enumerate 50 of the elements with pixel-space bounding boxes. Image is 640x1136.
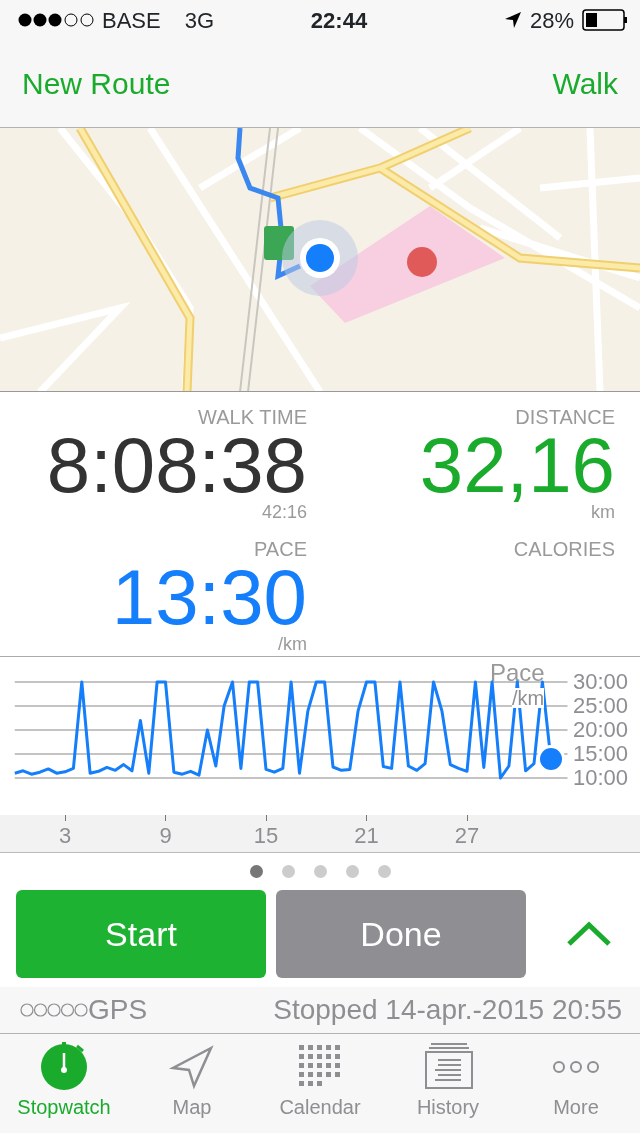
gps-signal-icon bbox=[20, 1002, 88, 1018]
tab-item[interactable]: Stopwatch bbox=[0, 1034, 128, 1133]
network-type: 3G bbox=[184, 6, 215, 35]
more-icon bbox=[551, 1060, 601, 1074]
tab-item[interactable]: Map bbox=[128, 1034, 256, 1133]
tab-item[interactable]: More bbox=[512, 1034, 640, 1133]
new-route-link[interactable]: New Route bbox=[22, 61, 171, 106]
walk-link[interactable]: Walk bbox=[552, 61, 618, 106]
tab-item[interactable]: Calendar bbox=[256, 1034, 384, 1133]
page-dot[interactable] bbox=[281, 864, 295, 878]
x-axis-label: 3 bbox=[57, 823, 73, 849]
page-dot[interactable] bbox=[377, 864, 391, 878]
stat-label: PACE bbox=[254, 538, 307, 560]
stat-unit: /km bbox=[278, 634, 307, 654]
chart-unit: /km bbox=[512, 688, 545, 708]
stat-unit: 42:16 bbox=[261, 502, 307, 522]
gps-label: GPS bbox=[88, 993, 148, 1027]
y-axis-label: 20:00 bbox=[573, 718, 629, 742]
y-axis-label: 25:00 bbox=[573, 694, 629, 718]
x-axis-label: 27 bbox=[453, 823, 481, 849]
carrier-name: BASE bbox=[102, 6, 161, 35]
stat-label: DISTANCE bbox=[515, 406, 615, 428]
x-axis-label: 21 bbox=[353, 823, 380, 849]
document-icon bbox=[423, 1042, 473, 1092]
battery-percent: 28% bbox=[529, 6, 574, 35]
stat-unit: km bbox=[591, 502, 615, 522]
x-axis-label: 15 bbox=[252, 823, 280, 849]
stat-value: 32,16 bbox=[419, 428, 615, 502]
clock-time: 22:44 bbox=[309, 6, 369, 35]
stat-label: CALORIES bbox=[513, 538, 615, 560]
stopwatch-icon bbox=[39, 1042, 89, 1092]
signal-icon bbox=[18, 12, 94, 28]
stat-value: 13:30 bbox=[111, 560, 307, 634]
page-dot[interactable] bbox=[345, 864, 359, 878]
chart-title: Pace bbox=[490, 661, 545, 685]
stat-value: 8:08:38 bbox=[46, 428, 307, 502]
x-axis-label: 9 bbox=[158, 823, 173, 849]
y-axis-label: 10:00 bbox=[573, 766, 629, 790]
done-button[interactable]: Done bbox=[276, 890, 526, 978]
battery-icon bbox=[582, 9, 628, 31]
page-dot[interactable] bbox=[249, 864, 263, 878]
start-button[interactable]: Start bbox=[16, 890, 266, 978]
chevron-up-icon[interactable] bbox=[566, 921, 612, 947]
page-dot[interactable] bbox=[313, 864, 327, 878]
stat-label: WALK TIME bbox=[198, 406, 307, 428]
y-axis-label: 15:00 bbox=[573, 742, 629, 766]
stopped-status: Stopped 14-apr.-2015 20:55 bbox=[273, 993, 622, 1027]
location-arrow-icon bbox=[503, 11, 522, 29]
tab-item[interactable]: History bbox=[384, 1034, 512, 1133]
y-axis-label: 30:00 bbox=[573, 670, 629, 694]
